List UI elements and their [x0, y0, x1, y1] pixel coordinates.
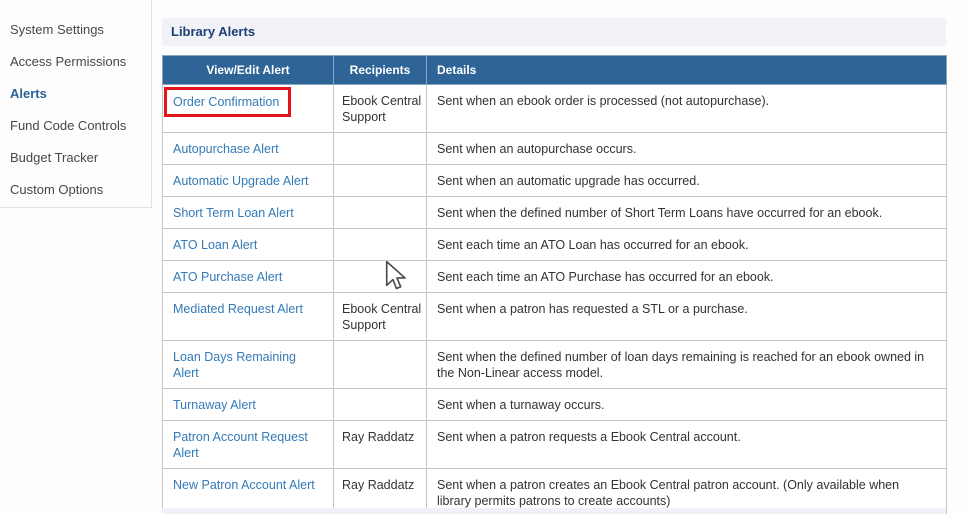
details-cell: Sent when a patron has requested a STL o…	[426, 292, 947, 341]
library-alerts-page: System Settings Access Permissions Alerts F…	[0, 0, 967, 514]
table-row: Automatic Upgrade Alert Sent when an auto…	[162, 164, 947, 197]
details-cell: Sent when a patron requests a Ebook Cent…	[426, 420, 947, 469]
recipients-cell	[333, 228, 427, 261]
table-row: Short Term Loan Alert Sent when the defin…	[162, 196, 947, 229]
alert-name-cell: Loan Days Remaining Alert	[162, 340, 334, 389]
table-row: ATO Purchase Alert Sent each time an ATO …	[162, 260, 947, 293]
table-row: Loan Days Remaining Alert Sent when the d…	[162, 340, 947, 389]
alert-name-cell: Mediated Request Alert	[162, 292, 334, 341]
table-row: Patron Account Request Alert Ray Raddatz S…	[162, 420, 947, 469]
alert-name-cell: Short Term Loan Alert	[162, 196, 334, 229]
alert-name-cell: ATO Purchase Alert	[162, 260, 334, 293]
alert-name-cell: Order Confirmation	[162, 84, 334, 133]
alert-link[interactable]: Automatic Upgrade Alert	[173, 174, 309, 188]
alert-name-cell: Autopurchase Alert	[162, 132, 334, 165]
recipients-cell: Ebook Central Support	[333, 84, 427, 133]
alert-link[interactable]: Autopurchase Alert	[173, 142, 279, 156]
recipients-cell	[333, 132, 427, 165]
recipients-cell	[333, 196, 427, 229]
alerts-table: View/Edit Alert Recipients Details Order…	[162, 55, 947, 514]
main-content: Library Alerts View/Edit Alert Recipient…	[162, 18, 947, 514]
table-row: Order Confirmation Ebook Central Support S…	[162, 84, 947, 133]
details-cell: Sent when an automatic upgrade has occur…	[426, 164, 947, 197]
column-header-view-edit-alert: View/Edit Alert	[162, 55, 334, 85]
details-cell: Sent each time an ATO Loan has occurred …	[426, 228, 947, 261]
table-row: Autopurchase Alert Sent when an autopurch…	[162, 132, 947, 165]
table-row: ATO Loan Alert Sent each time an ATO Loan…	[162, 228, 947, 261]
details-cell: Sent when an ebook order is processed (n…	[426, 84, 947, 133]
section-header: Library Alerts	[162, 18, 946, 46]
details-cell: Sent when the defined number of loan day…	[426, 340, 947, 389]
alert-name-cell: ATO Loan Alert	[162, 228, 334, 261]
recipients-cell	[333, 388, 427, 421]
table-row: Turnaway Alert Sent when a turnaway occur…	[162, 388, 947, 421]
details-cell: Sent each time an ATO Purchase has occur…	[426, 260, 947, 293]
details-cell: Sent when a turnaway occurs.	[426, 388, 947, 421]
alert-link[interactable]: Short Term Loan Alert	[173, 206, 294, 220]
alert-link[interactable]: ATO Purchase Alert	[173, 270, 282, 284]
table-row: Mediated Request Alert Ebook Central Supp…	[162, 292, 947, 341]
alert-link[interactable]: New Patron Account Alert	[173, 478, 315, 492]
table-header-row: View/Edit Alert Recipients Details	[162, 55, 947, 85]
sidebar-item-custom-options[interactable]: Custom Options	[0, 174, 151, 206]
details-cell: Sent when the defined number of Short Te…	[426, 196, 947, 229]
page-title: Library Alerts	[171, 24, 256, 39]
recipients-cell: Ray Raddatz	[333, 420, 427, 469]
alert-link[interactable]: ATO Loan Alert	[173, 238, 257, 252]
recipients-cell	[333, 164, 427, 197]
recipients-cell	[333, 260, 427, 293]
recipients-cell: Ebook Central Support	[333, 292, 427, 341]
alert-link[interactable]: Loan Days Remaining Alert	[173, 350, 296, 380]
column-header-recipients: Recipients	[333, 55, 427, 85]
alert-link[interactable]: Patron Account Request Alert	[173, 430, 308, 460]
column-header-details: Details	[426, 55, 947, 85]
next-section-bar	[162, 508, 946, 514]
alert-link[interactable]: Turnaway Alert	[173, 398, 256, 412]
sidebar-item-fund-code-controls[interactable]: Fund Code Controls	[0, 110, 151, 142]
alert-link[interactable]: Mediated Request Alert	[173, 302, 303, 316]
alert-name-cell: Turnaway Alert	[162, 388, 334, 421]
alert-name-cell: Patron Account Request Alert	[162, 420, 334, 469]
sidebar-item-budget-tracker[interactable]: Budget Tracker	[0, 142, 151, 174]
settings-sidebar: System Settings Access Permissions Alerts F…	[0, 0, 152, 208]
recipients-cell	[333, 340, 427, 389]
details-cell: Sent when an autopurchase occurs.	[426, 132, 947, 165]
sidebar-item-alerts[interactable]: Alerts	[0, 78, 151, 110]
sidebar-item-system-settings[interactable]: System Settings	[0, 14, 151, 46]
alert-name-cell: Automatic Upgrade Alert	[162, 164, 334, 197]
sidebar-item-access-permissions[interactable]: Access Permissions	[0, 46, 151, 78]
alert-link[interactable]: Order Confirmation	[173, 95, 279, 109]
highlight-callout-box: Order Confirmation	[164, 87, 292, 117]
